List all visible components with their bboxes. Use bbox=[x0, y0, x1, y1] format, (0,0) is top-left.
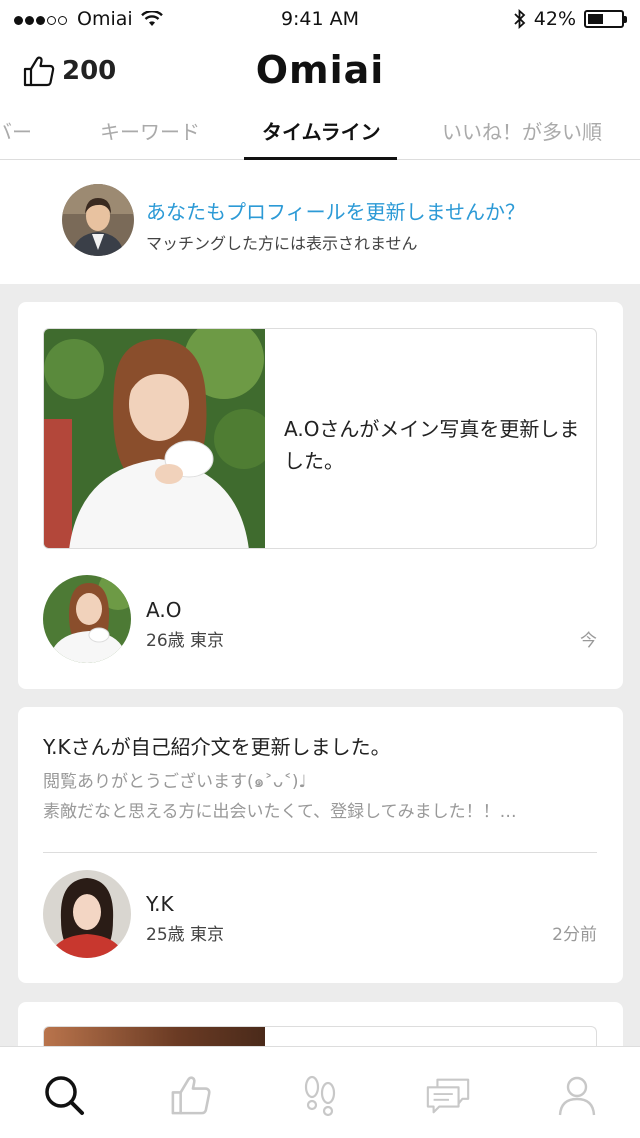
user-age-location: 26歳 東京 bbox=[146, 631, 225, 651]
battery-icon bbox=[584, 10, 627, 28]
tab-keyword[interactable]: キーワード bbox=[100, 116, 200, 145]
nav-search[interactable] bbox=[40, 1071, 88, 1119]
user-name: A.O bbox=[146, 598, 182, 622]
footprints-icon bbox=[304, 1075, 336, 1117]
tab-bar[interactable]: バー bbox=[0, 116, 32, 145]
photo-update-post[interactable]: A.Oさんがメイン写真を更新しました。 bbox=[43, 328, 597, 549]
post-time: 2分前 bbox=[552, 925, 597, 945]
omiai-logo: Omiai bbox=[255, 48, 385, 92]
user-avatar[interactable] bbox=[43, 575, 131, 663]
user-age-location: 25歳 東京 bbox=[146, 925, 225, 945]
nav-messages[interactable] bbox=[424, 1071, 472, 1119]
post-excerpt-line: 閲覧ありがとうございます(๑˃ᴗ˂)♩ bbox=[43, 772, 307, 792]
profile-icon bbox=[558, 1076, 596, 1116]
post-title: Y.Kさんが自己紹介文を更新しました。 bbox=[43, 735, 391, 759]
nav-likes[interactable] bbox=[167, 1071, 215, 1119]
banner-title: あなたもプロフィールを更新しませんか？ bbox=[146, 200, 525, 224]
timeline-card[interactable]: Y.Kさんが自己紹介文を更新しました。 閲覧ありがとうございます(๑˃ᴗ˂)♩ … bbox=[18, 707, 623, 983]
post-excerpt: 閲覧ありがとうございます(๑˃ᴗ˂)♩ 素敵だなと思える方に出会いたくて、登録し… bbox=[43, 767, 603, 827]
banner-subtitle: マッチングした方には表示されません bbox=[146, 234, 418, 253]
messages-icon bbox=[426, 1078, 470, 1114]
user-avatar[interactable] bbox=[43, 870, 131, 958]
update-profile-banner[interactable]: あなたもプロフィールを更新しませんか？ マッチングした方には表示されません bbox=[0, 160, 640, 284]
timeline-card[interactable]: A.Oさんがメイン写真を更新しました。 A.O 26歳 東京 今 bbox=[18, 302, 623, 689]
my-avatar bbox=[62, 184, 134, 256]
divider bbox=[43, 852, 597, 853]
thumbs-up-icon bbox=[171, 1076, 211, 1115]
tab-most-liked[interactable]: いいね！が多い順 bbox=[442, 116, 602, 145]
app-header: 200 Omiai bbox=[0, 38, 640, 106]
search-icon bbox=[45, 1076, 84, 1115]
status-right: 42% bbox=[514, 8, 627, 30]
post-photo bbox=[44, 329, 265, 548]
status-bar: Omiai 9:41 AM 42% bbox=[0, 0, 640, 38]
post-time: 今 bbox=[580, 631, 597, 651]
bluetooth-icon bbox=[514, 9, 526, 29]
user-name: Y.K bbox=[146, 892, 174, 916]
battery-percent: 42% bbox=[533, 8, 576, 30]
nav-footprints[interactable] bbox=[296, 1071, 344, 1119]
post-excerpt-line: 素敵だなと思える方に出会いたくて、登録してみました！！… bbox=[43, 802, 517, 822]
post-text: A.Oさんがメイン写真を更新しました。 bbox=[284, 417, 580, 473]
tab-timeline[interactable]: タイムライン bbox=[262, 116, 381, 145]
bottom-navigation bbox=[0, 1046, 640, 1138]
nav-profile[interactable] bbox=[553, 1071, 601, 1119]
category-tabs: バー キーワード タイムライン いいね！が多い順 bbox=[0, 106, 640, 160]
